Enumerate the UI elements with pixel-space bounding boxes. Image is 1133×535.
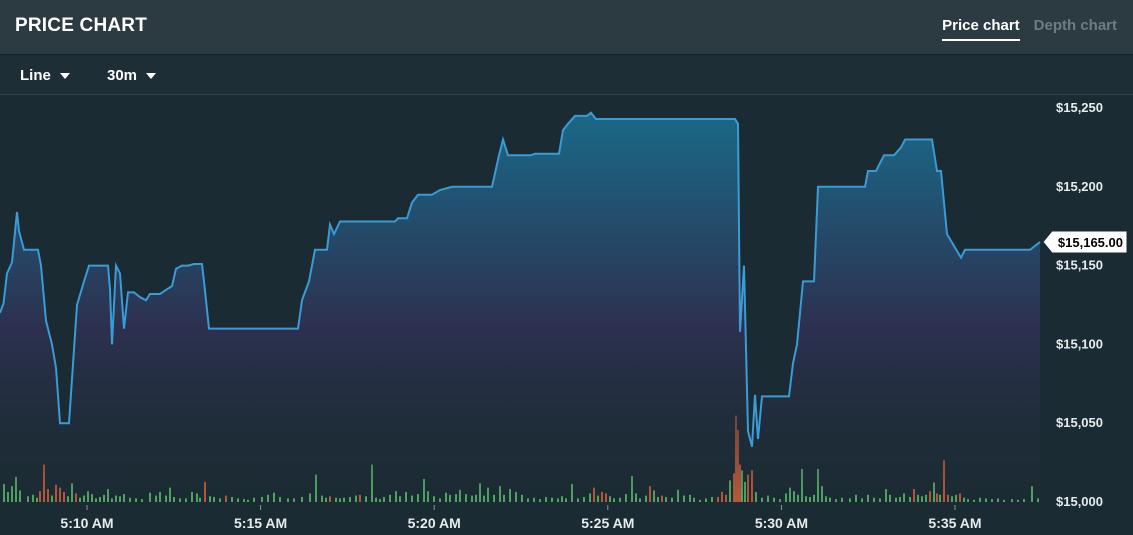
y-tick-label: $15,000 (1056, 494, 1103, 509)
x-tick-label: 5:35 AM (928, 515, 981, 531)
chart-type-label: Line (20, 67, 51, 84)
price-area (0, 112, 1040, 502)
page-title: PRICE CHART (15, 15, 148, 36)
x-tick-label: 5:30 AM (755, 515, 808, 531)
y-tick-label: $15,200 (1056, 179, 1103, 194)
chart-type-dropdown[interactable]: Line (20, 67, 70, 84)
last-price-label: $15,165.00 (1058, 235, 1123, 250)
x-tick-label: 5:15 AM (234, 515, 287, 531)
chart-tabs: Price chart Depth chart (942, 17, 1117, 41)
y-tick-label: $15,100 (1056, 336, 1103, 351)
interval-dropdown[interactable]: 30m (107, 67, 157, 84)
y-axis: $15,250 $15,200 $15,150 $15,100 $15,050 $15,0… (1056, 100, 1103, 509)
price-chart[interactable]: $15,250 $15,200 $15,150 $15,100 $15,050 $15,0… (0, 95, 1133, 535)
chevron-down-icon (146, 72, 157, 79)
x-axis: 5:10 AM 5:15 AM 5:20 AM 5:25 AM 5:30 AM 5:35 … (60, 505, 982, 531)
chevron-down-icon (59, 72, 70, 79)
x-tick-label: 5:25 AM (581, 515, 634, 531)
y-tick-label: $15,250 (1056, 100, 1103, 115)
y-tick-label: $15,150 (1056, 258, 1103, 273)
tab-price-chart[interactable]: Price chart (942, 17, 1020, 41)
x-tick-label: 5:20 AM (408, 515, 461, 531)
tab-depth-chart[interactable]: Depth chart (1034, 17, 1117, 41)
chart-header: PRICE CHART Price chart Depth chart (0, 0, 1133, 55)
chart-toolbar: Line 30m (0, 55, 1133, 95)
interval-label: 30m (107, 67, 138, 84)
last-price-tag: $15,165.00 (1042, 230, 1128, 254)
x-tick-label: 5:10 AM (60, 515, 113, 531)
y-tick-label: $15,050 (1056, 415, 1103, 430)
